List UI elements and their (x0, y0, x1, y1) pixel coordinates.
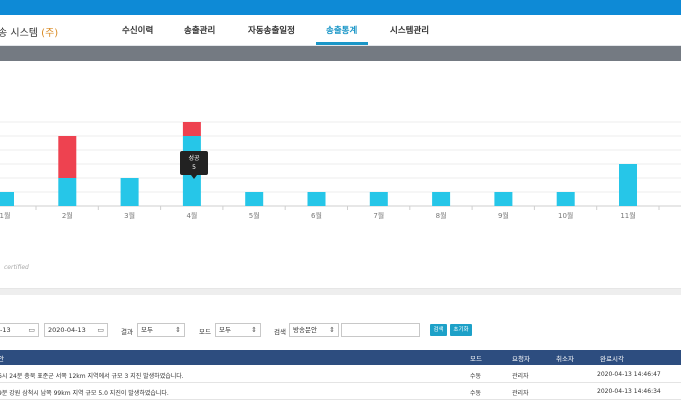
monthly-chart: 1월 2월 3월 4월 5월 6월 7월 8월 9월 10월 11월 (0, 121, 681, 220)
result-select-value: 모두 (141, 326, 153, 334)
x-tick-label: 3월 (124, 211, 135, 220)
x-tick-label: 9월 (498, 211, 509, 220)
bar-success[interactable] (556, 192, 575, 206)
bar-success[interactable] (369, 192, 388, 206)
chart-tooltip: 성공 5 (180, 151, 208, 179)
row-text: 9분 강원 삼척시 남쪽 99km 지역 규모 5.0 지진이 발생하였습니다. (0, 390, 169, 397)
col-completed-time: 완료시각 (600, 355, 624, 363)
result-select[interactable]: 모두 ⇕ (137, 323, 185, 337)
bar-success[interactable] (120, 178, 139, 206)
mode-select-value: 모두 (219, 326, 231, 334)
x-tick-label: 2월 (62, 211, 73, 220)
nav-system-manage[interactable]: 시스템관리 (390, 24, 429, 36)
mode-select[interactable]: 모두 ⇕ (215, 323, 261, 337)
select-arrows-icon: ⇕ (329, 326, 335, 334)
tooltip-value: 5 (192, 164, 196, 171)
section-separator (0, 289, 681, 295)
calendar-icon: ▭ (28, 326, 35, 334)
x-tick-label: 4월 (186, 211, 197, 220)
search-field-value: 방송문안 (293, 326, 317, 334)
reset-button[interactable]: 초기화 (450, 324, 472, 336)
bar-success[interactable] (307, 192, 326, 206)
select-arrows-icon: ⇕ (251, 326, 257, 334)
bar-success[interactable] (58, 178, 77, 206)
x-tick-label: 6월 (311, 211, 322, 220)
x-tick-label: 8월 (436, 211, 447, 220)
bar-fail[interactable] (58, 136, 77, 178)
brand-corp: (주) (41, 28, 59, 39)
end-date-input[interactable]: 2020-04-13 ▭ (44, 323, 108, 337)
bar-fail[interactable] (182, 122, 201, 136)
bar-success[interactable] (619, 164, 637, 206)
col-canceler: 취소자 (556, 355, 574, 363)
col-requester: 요청자 (512, 355, 530, 363)
nav-broadcast-manage[interactable]: 송출관리 (184, 24, 215, 36)
calendar-icon: ▭ (97, 326, 104, 334)
table-header: 안 모드 요청자 취소자 완료시각 (0, 350, 681, 365)
x-tick-label: 10월 (558, 211, 573, 220)
search-input[interactable] (341, 323, 420, 337)
mode-label: 모드 (199, 328, 211, 336)
x-tick-label: 1월 (0, 211, 10, 220)
search-field-select[interactable]: 방송문안 ⇕ (289, 323, 339, 337)
brand-title[interactable]: 송 시스템 (주) (0, 24, 58, 39)
nav-broadcast-stats[interactable]: 송출통계 (326, 24, 357, 36)
search-label: 검색 (274, 328, 286, 336)
row-requester: 관리자 (512, 373, 529, 380)
bar-success[interactable] (432, 192, 451, 206)
x-tick-label: 7월 (373, 211, 384, 220)
col-text: 안 (0, 355, 4, 363)
select-arrows-icon: ⇕ (175, 326, 181, 334)
section-title-bar (0, 46, 681, 61)
chart-watermark: certified (4, 264, 29, 271)
table-row[interactable]: 9분 강원 삼척시 남쪽 99km 지역 규모 5.0 지진이 발생하였습니다.… (0, 383, 681, 400)
start-date-input[interactable]: -13 ▭ (0, 323, 39, 337)
nav-receive-history[interactable]: 수신이력 (122, 24, 153, 36)
end-date-value: 2020-04-13 (48, 326, 86, 334)
row-requester: 관리자 (512, 390, 529, 397)
tooltip-title: 성공 (188, 155, 200, 162)
nav-auto-schedule[interactable]: 자동송출일정 (248, 24, 295, 36)
table-row[interactable]: 6시 24분 충북 표준군 서쪽 12km 지역에서 규모 3 지진 발생하였습… (0, 366, 681, 383)
brand-text: 송 시스템 (0, 28, 38, 39)
col-mode: 모드 (470, 355, 482, 363)
active-tab-indicator (316, 42, 368, 45)
bar-success[interactable] (0, 192, 14, 206)
row-time: 2020-04-13 14:46:34 (597, 388, 661, 395)
result-label: 결과 (121, 328, 133, 336)
bar-success[interactable] (494, 192, 513, 206)
filter-bar: -13 ▭ 2020-04-13 ▭ 결과 모두 ⇕ 모드 모두 ⇕ 검색 방송… (0, 323, 681, 339)
bar-success[interactable] (245, 192, 264, 206)
row-mode: 수동 (470, 390, 482, 397)
row-mode: 수동 (470, 373, 482, 380)
start-date-value: -13 (0, 326, 11, 334)
row-time: 2020-04-13 14:46:47 (597, 371, 661, 378)
search-button[interactable]: 검색 (430, 324, 447, 336)
top-accent-bar (0, 0, 681, 15)
x-tick-label: 5월 (249, 211, 260, 220)
row-text: 6시 24분 충북 표준군 서쪽 12km 지역에서 규모 3 지진 발생하였습… (0, 373, 184, 380)
x-tick-label: 11월 (620, 211, 635, 220)
